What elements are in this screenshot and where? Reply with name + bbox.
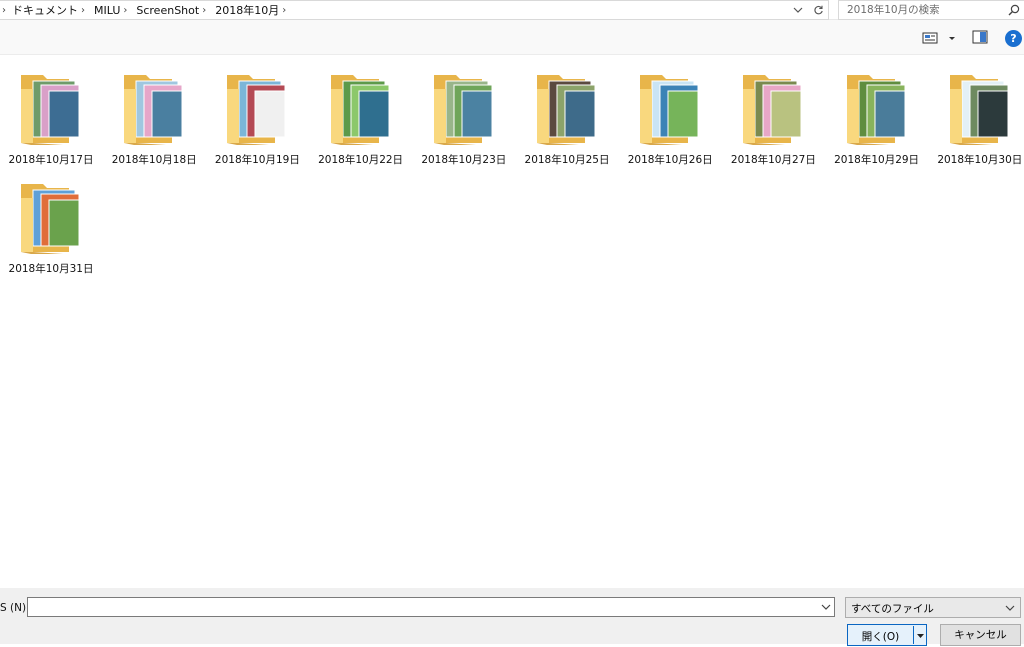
folder-item[interactable]: 2018年10月19日: [207, 57, 307, 166]
folder-name: 2018年10月23日: [421, 154, 507, 166]
folder-name: 2018年10月30日: [937, 154, 1023, 166]
filetype-selected: すべてのファイル: [851, 603, 934, 615]
breadcrumb[interactable]: › ドキュメント › MILU › ScreenShot › 2018年10月 …: [0, 0, 809, 20]
folder-item[interactable]: 2018年10月17日: [1, 57, 101, 166]
crumb-screenshot[interactable]: ScreenShot: [136, 4, 199, 17]
folder-icon: [21, 184, 80, 254]
folder-item[interactable]: 2018年10月26日: [620, 57, 720, 166]
folder-icon: [640, 75, 699, 145]
folder-name: 2018年10月26日: [627, 154, 713, 166]
filename-field[interactable]: [27, 597, 835, 617]
crumb-milu[interactable]: MILU: [94, 4, 120, 17]
crumb-documents[interactable]: ドキュメント: [12, 2, 78, 18]
open-split-dropdown[interactable]: [913, 626, 927, 644]
preview-pane-button[interactable]: [972, 30, 990, 46]
folder-item[interactable]: 2018年10月29日: [827, 57, 927, 166]
folder-item[interactable]: 2018年10月23日: [414, 57, 514, 166]
chevron-down-icon: [1005, 605, 1015, 611]
caret-down-icon: [917, 634, 924, 638]
folder-icon: [330, 75, 390, 145]
view-options-icon: [922, 32, 938, 44]
folder-item[interactable]: 2018年10月31日: [1, 166, 101, 275]
crumb-separator[interactable]: ›: [81, 5, 85, 16]
folder-item[interactable]: 2018年10月30日: [930, 57, 1024, 166]
help-button[interactable]: ?: [1005, 30, 1022, 47]
address-bar-row: › ドキュメント › MILU › ScreenShot › 2018年10月 …: [0, 0, 1024, 20]
folder-name: 2018年10月17日: [8, 154, 94, 166]
crumb-current-month[interactable]: 2018年10月: [215, 2, 279, 18]
crumb-separator[interactable]: ›: [123, 5, 127, 16]
chevron-down-icon[interactable]: [820, 601, 832, 613]
caret-down-icon: [949, 37, 955, 40]
folder-name: 2018年10月27日: [730, 154, 816, 166]
folder-icon: [743, 75, 802, 145]
filename-label: S (N):: [0, 602, 30, 614]
crumb-separator[interactable]: ›: [202, 5, 206, 16]
preview-pane-icon: [972, 30, 988, 44]
crumb-separator[interactable]: ›: [282, 5, 286, 16]
search-box[interactable]: [838, 0, 1024, 20]
folder-icon: [433, 75, 493, 145]
dialog-footer: S (N): すべてのファイル 開く(O) キャンセル: [0, 588, 1024, 646]
folder-name: 2018年10月19日: [214, 154, 300, 166]
folder-icon: [949, 75, 1009, 145]
address-history-dropdown[interactable]: [790, 2, 806, 18]
folder-name: 2018年10月29日: [834, 154, 920, 166]
open-button-label: 開く(O): [861, 631, 900, 643]
folder-name: 2018年10月18日: [111, 154, 197, 166]
open-button[interactable]: 開く(O): [847, 624, 927, 646]
help-icon: ?: [1010, 32, 1017, 45]
folder-icon: [846, 75, 906, 145]
search-input[interactable]: [839, 1, 1007, 19]
refresh-icon: [813, 5, 823, 14]
filetype-select[interactable]: すべてのファイル: [845, 597, 1021, 618]
folder-name: 2018年10月25日: [524, 154, 610, 166]
search-icon[interactable]: [1008, 4, 1020, 16]
folder-icon: [537, 75, 596, 145]
folder-item[interactable]: 2018年10月18日: [104, 57, 204, 166]
folder-icon: [21, 75, 80, 145]
cancel-button[interactable]: キャンセル: [940, 624, 1021, 646]
crumb-separator[interactable]: ›: [2, 5, 6, 16]
folder-item[interactable]: 2018年10月27日: [723, 57, 823, 166]
refresh-button[interactable]: [808, 0, 829, 20]
file-list-view[interactable]: 2018年10月17日 2018年10月18日 2018年10月19日 2018年10…: [0, 55, 1024, 588]
chevron-down-icon: [793, 7, 803, 13]
toolbar: ?: [0, 20, 1024, 55]
folder-name: 2018年10月31日: [8, 263, 94, 275]
folder-icon: [227, 75, 286, 145]
folder-name: 2018年10月22日: [318, 154, 404, 166]
folder-icon: [124, 75, 183, 145]
folder-item[interactable]: 2018年10月25日: [517, 57, 617, 166]
folder-item[interactable]: 2018年10月22日: [311, 57, 411, 166]
view-options-button[interactable]: [922, 30, 958, 46]
